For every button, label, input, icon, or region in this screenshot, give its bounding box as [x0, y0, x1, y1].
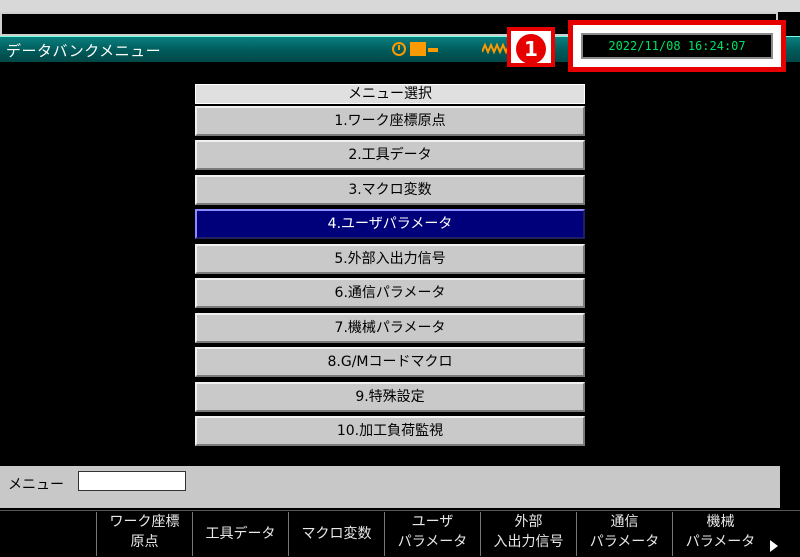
menu-header: メニュー選択 — [195, 84, 585, 104]
fkey-label-line2: 原点 — [130, 534, 159, 550]
annotation-badge: 1 — [507, 27, 555, 67]
menu-item-macro-variable[interactable]: 3.マクロ変数 — [195, 175, 585, 205]
next-page-arrow-icon[interactable] — [770, 540, 778, 552]
fkey-label-line1: 通信 — [610, 514, 639, 530]
menu-item-special-settings[interactable]: 9.特殊設定 — [195, 382, 585, 412]
fkey-comm-parameter[interactable]: 通信 パラメータ — [576, 512, 672, 556]
fkey-label-line2: パラメータ — [685, 534, 756, 550]
menu-item-tool-data[interactable]: 2.工具データ — [195, 140, 585, 170]
fkey-label-line1: 外部 — [514, 514, 543, 530]
fkey-label-line1: ユーザ — [411, 514, 454, 530]
fkey-user-parameter[interactable]: ユーザ パラメータ — [384, 512, 480, 556]
menu-item-load-monitor[interactable]: 10.加工負荷監視 — [195, 416, 585, 446]
menu-item-work-coordinate[interactable]: 1.ワーク座標原点 — [195, 106, 585, 136]
fkey-label: マクロ変数 — [301, 526, 372, 542]
menu-item-user-parameter[interactable]: 4.ユーザパラメータ — [195, 209, 585, 239]
screen-title: データバンクメニュー — [6, 42, 162, 60]
fkey-label-line1: ワーク座標 — [109, 514, 180, 530]
fkey-label-line2: 入出力信号 — [493, 534, 564, 550]
fkey-external-io[interactable]: 外部 入出力信号 — [480, 512, 576, 556]
fkey-label-line2: パラメータ — [397, 534, 468, 550]
datetime-highlight: 2022/11/08 16:24:07 — [568, 20, 786, 72]
fkey-label-line2: パラメータ — [589, 534, 660, 550]
module-icon — [410, 42, 426, 56]
fkey-label: 工具データ — [205, 526, 276, 542]
fkey-label-line1: 機械 — [706, 514, 735, 530]
menu-item-gm-code-macro[interactable]: 8.G/Mコードマクロ — [195, 347, 585, 377]
fkey-tool-data[interactable]: 工具データ — [192, 512, 288, 556]
clock-icon — [392, 42, 406, 56]
menu-item-external-io[interactable]: 5.外部入出力信号 — [195, 244, 585, 274]
fkey-work-coordinate[interactable]: ワーク座標 原点 — [96, 512, 192, 556]
fkey-machine-parameter[interactable]: 機械 パラメータ — [672, 512, 768, 556]
top-frame — [0, 0, 800, 12]
menu-input-label: メニュー — [8, 477, 64, 493]
badge-number: 1 — [516, 34, 546, 64]
menu-input-field[interactable] — [78, 471, 186, 491]
datetime-display: 2022/11/08 16:24:07 — [581, 33, 773, 59]
menu-item-comm-parameter[interactable]: 6.通信パラメータ — [195, 278, 585, 308]
menu-item-machine-parameter[interactable]: 7.機械パラメータ — [195, 313, 585, 343]
module-connector-icon — [428, 48, 438, 52]
fkey-macro-variable[interactable]: マクロ変数 — [288, 512, 384, 556]
